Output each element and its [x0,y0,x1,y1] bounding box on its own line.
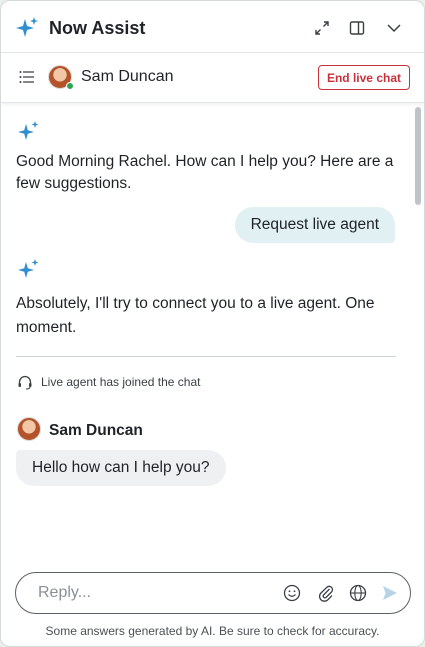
sparkle-icon [16,17,38,37]
reply-input[interactable] [38,582,268,604]
expand-button[interactable] [312,18,332,38]
system-notice: Live agent has joined the chat [17,374,200,390]
title-bar: Now Assist [1,1,424,53]
agent-header: Sam Duncan End live chat [1,53,424,103]
chevron-down-icon [387,24,401,33]
side-panel-icon [349,21,365,35]
side-panel-button[interactable] [347,18,367,38]
emoji-icon [283,584,301,602]
send-button[interactable] [380,583,400,603]
collapse-button[interactable] [384,18,404,38]
headset-icon [18,375,32,390]
bot-message: Good Morning Rachel. How can I help you?… [16,153,394,192]
language-button[interactable] [348,583,368,603]
agent-message: Hello how can I help you? [16,450,226,486]
online-status-dot [66,82,74,90]
menu-icon[interactable] [19,70,35,84]
agent-message-name: Sam Duncan [49,422,143,439]
sparkle-icon [18,121,39,140]
avatar [17,417,41,441]
globe-icon [349,584,367,602]
system-notice-text: Live agent has joined the chat [41,375,201,389]
expand-icon [315,21,329,35]
conversation: Good Morning Rachel. How can I help you?… [1,104,411,564]
ai-disclaimer: Some answers generated by AI. Be sure to… [45,624,380,638]
emoji-button[interactable] [282,583,302,603]
reply-composer [15,572,411,614]
now-assist-panel: Now Assist Sam Duncan End live chat Good… [0,0,425,647]
sparkle-icon [18,259,39,278]
app-title: Now Assist [49,18,146,38]
attach-button[interactable] [316,583,336,603]
user-message: Request live agent [234,207,395,243]
divider [16,356,396,357]
paperclip-icon [318,585,334,602]
bot-message: Absolutely, I'll try to connect you to a… [16,295,375,336]
agent-name: Sam Duncan [81,68,174,85]
send-icon [383,586,397,600]
scrollbar-thumb[interactable] [415,107,421,205]
end-live-chat-button[interactable]: End live chat [317,65,410,90]
